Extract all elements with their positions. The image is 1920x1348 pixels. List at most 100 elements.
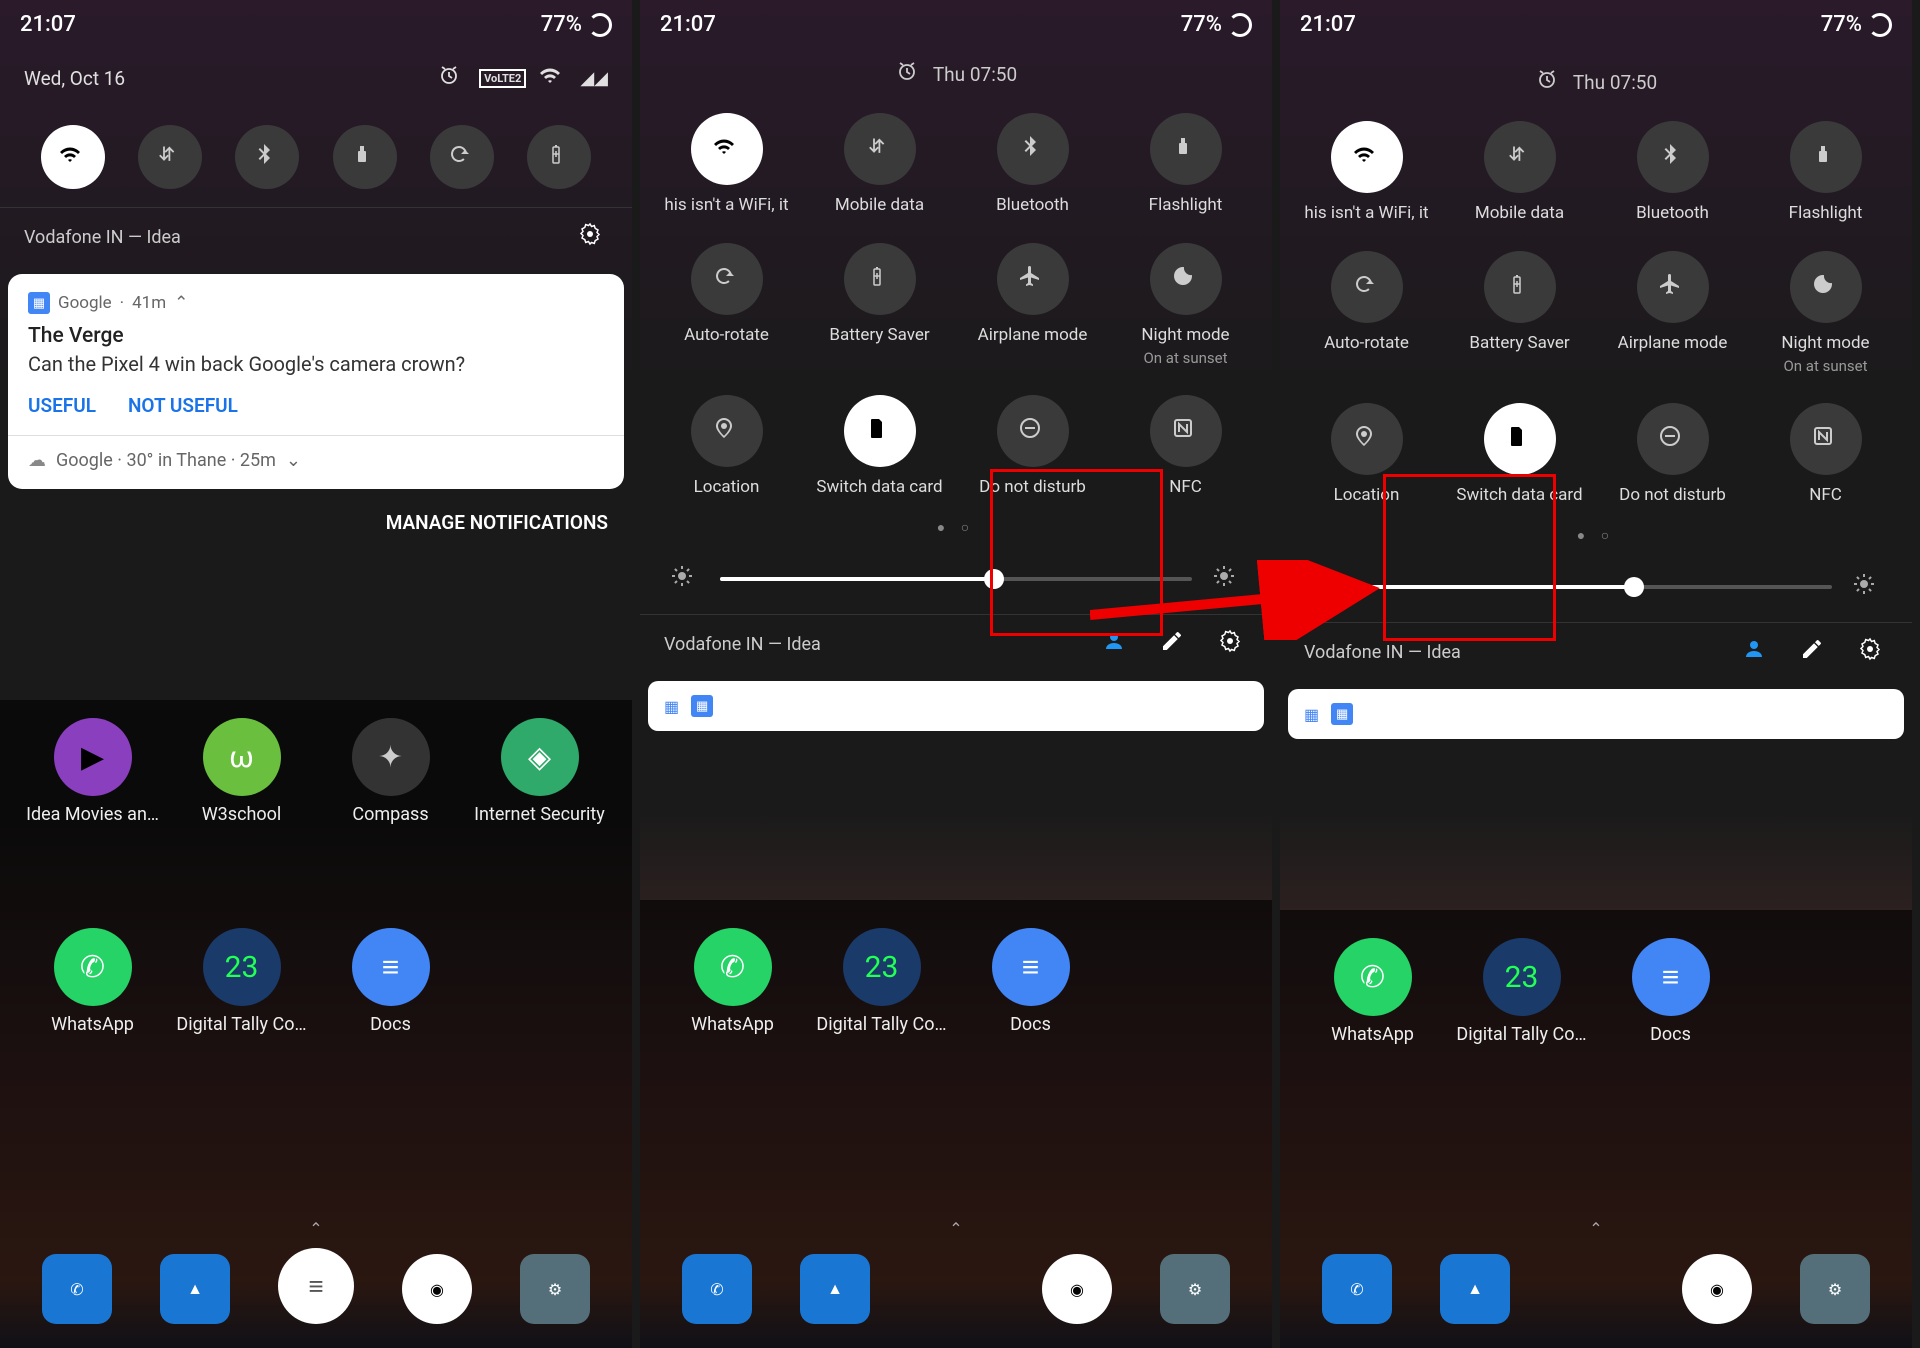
location-tile[interactable]: Location <box>657 395 797 497</box>
notification-title: The Verge <box>28 324 604 348</box>
dock-chrome[interactable]: ◉ <box>402 1254 472 1324</box>
alarm-row[interactable]: Thu 07:50 <box>640 49 1272 99</box>
app-digital-tally[interactable]: 23Digital Tally Co… <box>1452 938 1592 1045</box>
flashlight-tile[interactable]: Flashlight <box>1756 121 1896 223</box>
battery-tile[interactable]: Battery Saver <box>810 243 950 367</box>
battery-saver-tile[interactable] <box>527 125 591 189</box>
data-tile[interactable]: Mobile data <box>1450 121 1590 223</box>
dock-settings[interactable]: ⚙ <box>1800 1254 1870 1324</box>
dock-chrome[interactable]: ◉ <box>1042 1254 1112 1324</box>
tile-label: his isn't a WiFi, it <box>664 195 788 215</box>
rotate-tile[interactable]: Auto-rotate <box>657 243 797 367</box>
app-whatsapp[interactable]: ✆WhatsApp <box>663 928 803 1035</box>
brightness-auto-icon[interactable] <box>1212 564 1242 594</box>
dock-settings[interactable]: ⚙ <box>1160 1254 1230 1324</box>
airplane-tile[interactable]: Airplane mode <box>963 243 1103 367</box>
wifi-tile[interactable]: his isn't a WiFi, it <box>657 113 797 215</box>
app-internet-security[interactable]: ◈Internet Security <box>470 718 610 825</box>
action-useful[interactable]: USEFUL <box>28 394 96 417</box>
bluetooth-tile[interactable] <box>235 125 299 189</box>
app-digital-tally[interactable]: 23Digital Tally Co… <box>172 928 312 1035</box>
battery-percent: 77% <box>1821 12 1862 37</box>
wifi-tile[interactable] <box>41 125 105 189</box>
settings-icon[interactable] <box>1858 637 1888 667</box>
nfc-tile[interactable]: NFC <box>1756 403 1896 505</box>
airplane-tile[interactable]: Airplane mode <box>1603 251 1743 375</box>
brightness-slider-row <box>640 544 1272 614</box>
location-tile[interactable]: Location <box>1297 403 1437 505</box>
dock-settings[interactable]: ⚙ <box>520 1254 590 1324</box>
expand-icon[interactable]: ⌄ <box>286 450 301 471</box>
battery-ring-icon <box>588 13 612 37</box>
manage-notifications[interactable]: MANAGE NOTIFICATIONS <box>0 497 632 548</box>
app-compass[interactable]: ✦Compass <box>321 718 461 825</box>
dock-phone[interactable]: ✆ <box>682 1254 752 1324</box>
weather-text: Google · 30° in Thane · 25m <box>56 450 276 471</box>
battery-tile[interactable]: Battery Saver <box>1450 251 1590 375</box>
dock-photos[interactable]: ▲ <box>1440 1254 1510 1324</box>
dnd-tile[interactable]: Do not disturb <box>1603 403 1743 505</box>
drawer-handle-icon[interactable]: ⌃ <box>949 1219 962 1238</box>
edit-icon[interactable] <box>1160 629 1190 659</box>
notification-body: Can the Pixel 4 win back Google's camera… <box>28 352 604 376</box>
notification-age: 41m <box>132 293 166 313</box>
flashlight-tile[interactable]: Flashlight <box>1116 113 1256 215</box>
settings-icon[interactable] <box>1218 629 1248 659</box>
app-docs[interactable]: ≡Docs <box>1601 938 1741 1045</box>
mobile-data-tile[interactable] <box>138 125 202 189</box>
brightness-auto-icon[interactable] <box>1852 572 1882 602</box>
page-indicator: ● ○ <box>1280 519 1912 552</box>
night-tile[interactable]: Night modeOn at sunset <box>1756 251 1896 375</box>
tile-label: Flashlight <box>1149 195 1223 215</box>
data-tile[interactable]: Mobile data <box>810 113 950 215</box>
flashlight-tile[interactable] <box>333 125 397 189</box>
drawer-handle-icon[interactable]: ⌃ <box>1589 1219 1602 1238</box>
app-digital-tally[interactable]: 23Digital Tally Co… <box>812 928 952 1035</box>
tile-label: Auto-rotate <box>684 325 769 345</box>
edit-icon[interactable] <box>1800 637 1830 667</box>
collapsed-notifications[interactable]: ▦ ▦ <box>1288 689 1904 739</box>
settings-icon[interactable] <box>578 222 608 252</box>
switchcard-tile[interactable]: 2Switch data card <box>1450 403 1590 505</box>
calendar-icon: ▦ <box>691 695 713 717</box>
tile-label: Night mode <box>1141 325 1229 345</box>
status-time: 21:07 <box>660 12 716 37</box>
app-w3school[interactable]: ωW3school <box>172 718 312 825</box>
collapse-icon[interactable]: ⌃ <box>174 293 188 313</box>
dock-photos[interactable]: ▲ <box>800 1254 870 1324</box>
google-feed-button[interactable]: ≡ <box>278 1248 354 1324</box>
dock-phone[interactable]: ✆ <box>42 1254 112 1324</box>
dock-chrome[interactable]: ◉ <box>1682 1254 1752 1324</box>
app-whatsapp[interactable]: ✆WhatsApp <box>1303 938 1443 1045</box>
app-docs[interactable]: ≡Docs <box>961 928 1101 1035</box>
tile-label: Auto-rotate <box>1324 333 1409 353</box>
drawer-handle-icon[interactable]: ⌃ <box>309 1219 322 1238</box>
action-not-useful[interactable]: NOT USEFUL <box>128 394 238 417</box>
dnd-tile[interactable]: Do not disturb <box>963 395 1103 497</box>
nfc-tile[interactable]: NFC <box>1116 395 1256 497</box>
collapsed-notifications[interactable]: ▦ ▦ <box>648 681 1264 731</box>
night-tile[interactable]: Night modeOn at sunset <box>1116 243 1256 367</box>
app-whatsapp[interactable]: ✆WhatsApp <box>23 928 163 1035</box>
notification-card[interactable]: ▦ Google · 41m ⌃ The Verge Can the Pixel… <box>8 274 624 489</box>
notification-weather-row[interactable]: ☁ Google · 30° in Thane · 25m ⌄ <box>28 450 604 471</box>
battery-percent: 77% <box>1181 12 1222 37</box>
brightness-slider[interactable] <box>1360 585 1832 589</box>
app-docs[interactable]: ≡Docs <box>321 928 461 1035</box>
brightness-slider[interactable] <box>720 577 1192 581</box>
user-icon[interactable] <box>1102 629 1132 659</box>
app-idea-movies[interactable]: ▶Idea Movies an… <box>23 718 163 825</box>
page-indicator: ● ○ <box>640 511 1272 544</box>
bluetooth-tile[interactable]: Bluetooth <box>1603 121 1743 223</box>
user-icon[interactable] <box>1742 637 1772 667</box>
tile-label: his isn't a WiFi, it <box>1304 203 1428 223</box>
alarm-row[interactable]: Thu 07:50 <box>1280 49 1912 107</box>
auto-rotate-tile[interactable] <box>430 125 494 189</box>
wifi-tile[interactable]: his isn't a WiFi, it <box>1297 121 1437 223</box>
rotate-tile[interactable]: Auto-rotate <box>1297 251 1437 375</box>
dock-phone[interactable]: ✆ <box>1322 1254 1392 1324</box>
dock-photos[interactable]: ▲ <box>160 1254 230 1324</box>
bluetooth-tile[interactable]: Bluetooth <box>963 113 1103 215</box>
switchcard-tile[interactable]: 1Switch data card <box>810 395 950 497</box>
tile-label: Do not disturb <box>1619 485 1726 505</box>
